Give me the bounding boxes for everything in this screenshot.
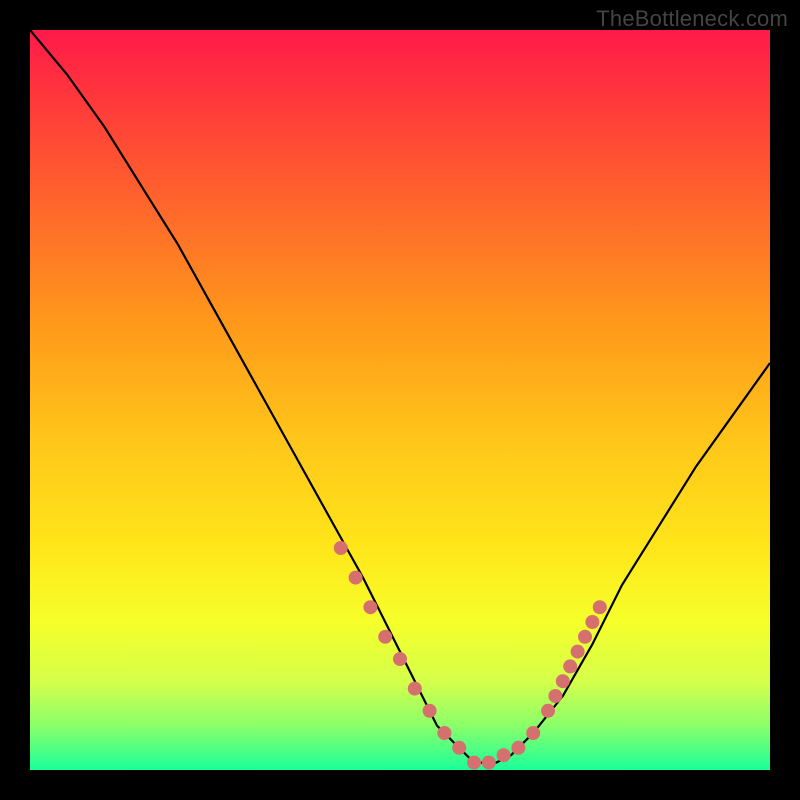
highlight-dots — [334, 541, 607, 770]
highlight-dot — [541, 704, 555, 718]
highlight-dot — [497, 748, 511, 762]
highlight-dot — [511, 741, 525, 755]
highlight-dot — [571, 645, 585, 659]
highlight-dot — [563, 659, 577, 673]
highlight-dot — [408, 682, 422, 696]
highlight-dot — [578, 630, 592, 644]
highlight-dot — [526, 726, 540, 740]
highlight-dot — [349, 571, 363, 585]
curve-svg — [30, 30, 770, 770]
highlight-dot — [452, 741, 466, 755]
highlight-dot — [437, 726, 451, 740]
highlight-dot — [482, 756, 496, 770]
highlight-dot — [363, 600, 377, 614]
chart-frame: TheBottleneck.com — [0, 0, 800, 800]
highlight-dot — [585, 615, 599, 629]
watermark-text: TheBottleneck.com — [596, 6, 788, 32]
highlight-dot — [548, 689, 562, 703]
highlight-dot — [334, 541, 348, 555]
highlight-dot — [423, 704, 437, 718]
highlight-dot — [467, 756, 481, 770]
highlight-dot — [378, 630, 392, 644]
highlight-dot — [593, 600, 607, 614]
highlight-dot — [393, 652, 407, 666]
highlight-dot — [556, 674, 570, 688]
plot-area — [30, 30, 770, 770]
